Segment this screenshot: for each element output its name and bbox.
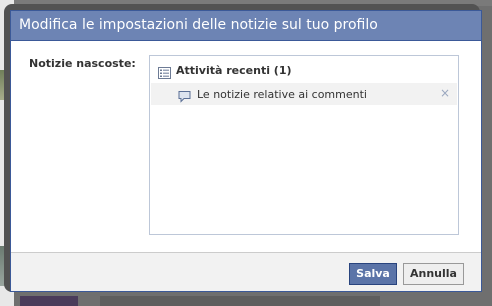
- cancel-button[interactable]: Annulla: [403, 263, 464, 285]
- dialog-title: Modifica le impostazioni delle notizie s…: [11, 11, 481, 41]
- dialog-footer: Salva Annulla: [11, 252, 481, 291]
- background-page: [100, 296, 380, 306]
- hidden-story-label: Le notizie relative ai commenti: [197, 87, 367, 101]
- dialog-body: Notizie nascoste: Attività recenti (1) L…: [11, 41, 481, 253]
- hidden-stories-label: Notizie nascoste:: [29, 57, 136, 70]
- background-photo: [20, 296, 78, 306]
- comment-icon: [178, 88, 191, 103]
- hidden-stories-list: Attività recenti (1) Le notizie relative…: [149, 55, 459, 235]
- recent-activity-icon: [158, 64, 171, 79]
- hidden-story-item: Le notizie relative ai commenti ×: [151, 83, 457, 105]
- section-title: Attività recenti (1): [176, 63, 292, 77]
- section-header-recent-activity: Attività recenti (1): [158, 62, 292, 79]
- edit-story-settings-dialog: Modifica le impostazioni delle notizie s…: [10, 10, 482, 292]
- save-button[interactable]: Salva: [349, 263, 397, 285]
- remove-icon[interactable]: ×: [439, 87, 451, 99]
